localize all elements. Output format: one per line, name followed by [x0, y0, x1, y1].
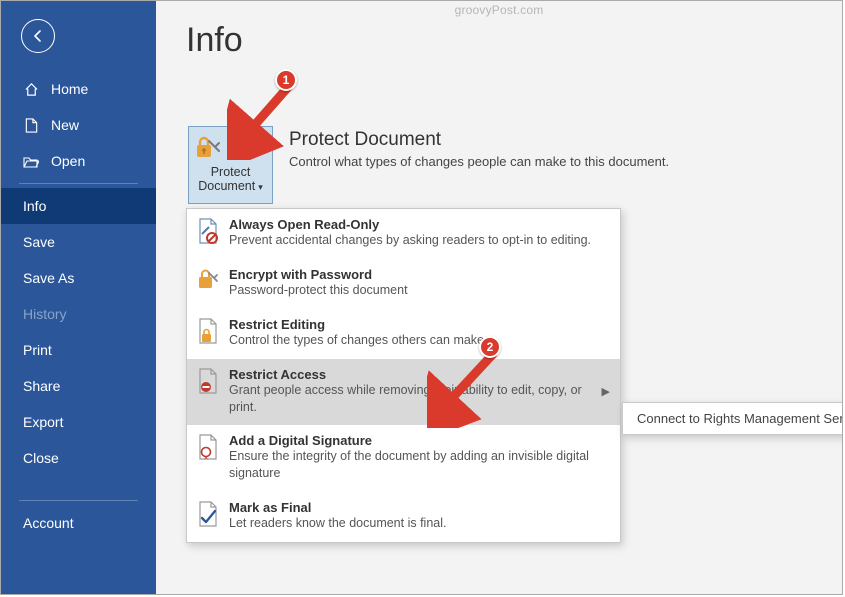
sidebar-label: Save As — [23, 270, 74, 286]
sidebar-item-close[interactable]: Close — [1, 440, 156, 476]
protect-document-menu: Always Open Read-Only Prevent accidental… — [186, 208, 621, 543]
sidebar-label: Share — [23, 378, 60, 394]
menu-item-restrict-access[interactable]: Restrict Access Grant people access whil… — [187, 359, 620, 426]
sidebar-item-home[interactable]: Home — [1, 71, 156, 107]
submenu-item-label: Connect to Rights Management Servers and… — [637, 411, 843, 426]
menu-item-title: Add a Digital Signature — [229, 433, 610, 448]
sidebar-label: Print — [23, 342, 52, 358]
restrict-editing-icon — [197, 318, 219, 344]
menu-item-read-only[interactable]: Always Open Read-Only Prevent accidental… — [187, 209, 620, 259]
sidebar-item-print[interactable]: Print — [1, 332, 156, 368]
signature-icon — [197, 434, 219, 460]
sidebar-label: Close — [23, 450, 59, 466]
back-arrow-icon — [30, 28, 46, 44]
annotation-badge-2: 2 — [479, 336, 501, 358]
annotation-badge-1: 1 — [275, 69, 297, 91]
restrict-access-submenu[interactable]: Connect to Rights Management Servers and… — [622, 402, 843, 435]
sidebar-label: Home — [51, 81, 88, 97]
tile-label-line2: Document — [198, 179, 255, 193]
sidebar-item-save[interactable]: Save — [1, 224, 156, 260]
open-folder-icon — [23, 155, 39, 168]
sidebar-item-share[interactable]: Share — [1, 368, 156, 404]
sidebar-item-export[interactable]: Export — [1, 404, 156, 440]
home-icon — [23, 82, 39, 97]
sidebar-item-info[interactable]: Info — [1, 188, 156, 224]
sidebar-label: Account — [23, 515, 74, 531]
menu-item-digital-signature[interactable]: Add a Digital Signature Ensure the integ… — [187, 425, 620, 492]
menu-item-desc: Control the types of changes others can … — [229, 332, 610, 349]
tile-label-line1: Protect — [211, 165, 251, 179]
menu-item-desc: Prevent accidental changes by asking rea… — [229, 232, 610, 249]
sidebar-item-history: History — [1, 296, 156, 332]
restrict-access-icon — [197, 368, 219, 394]
menu-item-encrypt[interactable]: Encrypt with Password Password-protect t… — [187, 259, 620, 309]
sidebar-label: Info — [23, 198, 46, 214]
menu-item-title: Encrypt with Password — [229, 267, 610, 282]
encrypt-icon — [197, 268, 219, 290]
submenu-chevron-icon: ▶ — [602, 385, 610, 398]
menu-item-desc: Let readers know the document is final. — [229, 515, 610, 532]
sidebar-label: Export — [23, 414, 63, 430]
sidebar-item-new[interactable]: New — [1, 107, 156, 143]
menu-item-title: Mark as Final — [229, 500, 610, 515]
sidebar-label: Save — [23, 234, 55, 250]
back-button[interactable] — [21, 19, 55, 53]
sidebar-item-open[interactable]: Open — [1, 143, 156, 179]
annotation-arrow-1 — [227, 80, 347, 160]
backstage-sidebar: Home New Open Info Save Save As History … — [1, 1, 156, 594]
page-title: Info — [186, 21, 842, 60]
sidebar-label: New — [51, 117, 79, 133]
new-doc-icon — [23, 118, 39, 133]
menu-item-title: Always Open Read-Only — [229, 217, 610, 232]
menu-item-desc: Password-protect this document — [229, 282, 610, 299]
menu-item-desc: Ensure the integrity of the document by … — [229, 448, 610, 482]
sidebar-item-account[interactable]: Account — [1, 505, 156, 541]
annotation-arrow-2 — [427, 348, 547, 428]
mark-final-icon — [197, 501, 219, 527]
read-only-icon — [197, 218, 219, 244]
watermark-text: groovyPost.com — [455, 3, 544, 17]
menu-item-restrict-editing[interactable]: Restrict Editing Control the types of ch… — [187, 309, 620, 359]
sidebar-separator — [19, 183, 138, 184]
menu-item-mark-final[interactable]: Mark as Final Let readers know the docum… — [187, 492, 620, 542]
sidebar-label: Open — [51, 153, 85, 169]
sidebar-item-save-as[interactable]: Save As — [1, 260, 156, 296]
menu-item-title: Restrict Editing — [229, 317, 610, 332]
sidebar-separator — [19, 500, 138, 501]
dropdown-caret-icon: ▾ — [258, 182, 263, 192]
sidebar-label: History — [23, 306, 67, 322]
